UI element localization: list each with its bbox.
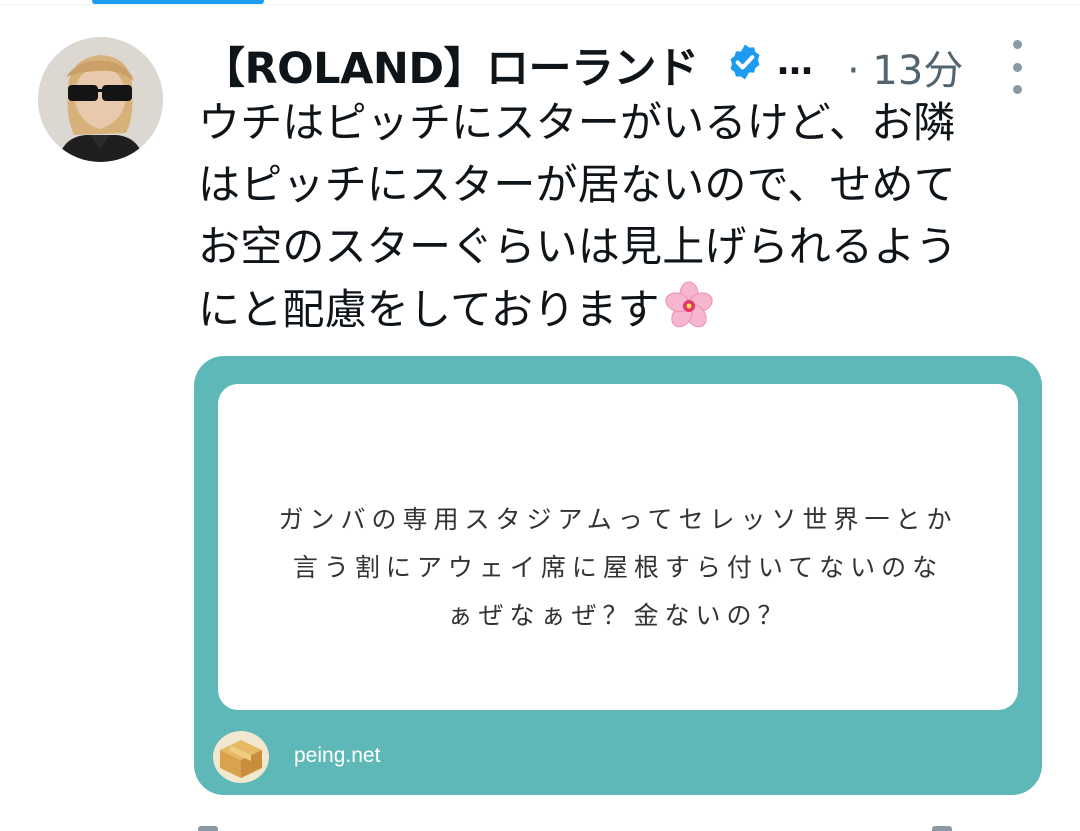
peing-question-card[interactable]: ガンバの専用スタジアムってセレッソ世界一とか 言う割にアウェイ席に屋根すら付いて… xyxy=(194,356,1042,795)
more-dot-icon xyxy=(1012,62,1022,72)
action-bar-edge xyxy=(0,820,1080,831)
name-truncation-ellipsis: … xyxy=(777,42,813,83)
tweet-view: 【ROLAND】ローランド … · 13分 ウチはピッチにスターがいるけど、お隣… xyxy=(0,0,1080,831)
tweet-text-line-last: にと配慮をしております xyxy=(198,278,1048,340)
verified-badge-icon xyxy=(730,44,760,80)
tweet-text: ウチはピッチにスターがいるけど、お隣 はピッチにスターが居ないので、せめて お空… xyxy=(198,92,1048,340)
tweet-text-line: はピッチにスターが居ないので、せめて xyxy=(198,160,956,209)
avatar-photo xyxy=(38,37,163,162)
question-line: 言う割にアウェイ席に屋根すら付いてないのな xyxy=(292,553,944,582)
question-line: ガンバの専用スタジアムってセレッソ世界一とか xyxy=(278,505,958,534)
tweet-text-line: ウチはピッチにスターがいるけど、お隣 xyxy=(198,98,956,147)
more-options-button[interactable] xyxy=(1002,40,1032,94)
question-text: ガンバの専用スタジアムってセレッソ世界一とか 言う割にアウェイ席に屋根すら付いて… xyxy=(218,496,1018,640)
top-divider xyxy=(0,4,1080,5)
active-tab-indicator xyxy=(92,0,264,4)
reply-icon[interactable] xyxy=(198,826,218,831)
tweet-timestamp[interactable]: · 13分 xyxy=(847,38,963,96)
card-source-domain: peing.net xyxy=(294,744,381,767)
author-display-name[interactable]: 【ROLAND】ローランド xyxy=(202,34,699,96)
more-dot-icon xyxy=(1012,40,1022,49)
cherry-blossom-icon xyxy=(665,281,713,328)
share-icon[interactable] xyxy=(932,826,952,831)
tweet-header: 【ROLAND】ローランド … · 13分 xyxy=(202,28,1062,98)
card-footer: peing.net xyxy=(212,726,812,786)
question-line: ぁぜなぁぜ？金ないの？ xyxy=(447,601,789,630)
cardboard-box-icon xyxy=(213,731,269,783)
tweet-text-line: お空のスターぐらいは見上げられるよう xyxy=(198,222,958,271)
question-panel: ガンバの専用スタジアムってセレッソ世界一とか 言う割にアウェイ席に屋根すら付いて… xyxy=(218,384,1018,710)
avatar[interactable] xyxy=(38,37,163,162)
tweet-text-line: にと配慮をしております xyxy=(198,285,660,334)
